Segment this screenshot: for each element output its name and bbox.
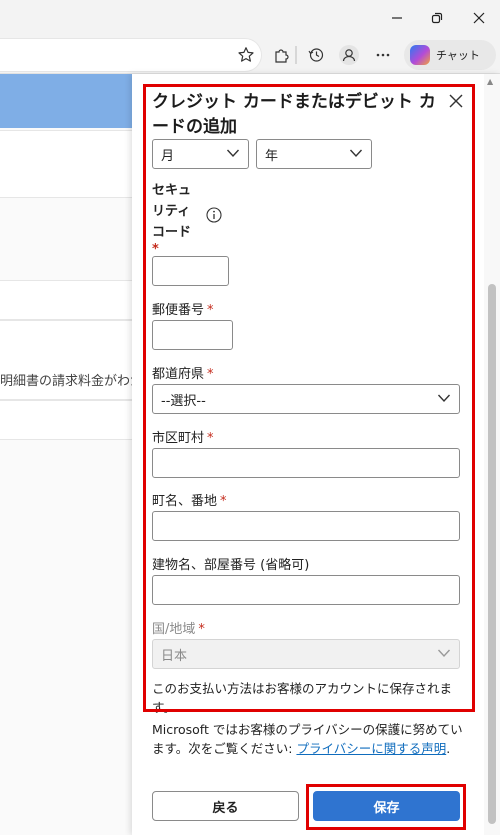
background-card (0, 280, 132, 320)
background-text: 明細書の請求料金がわか (0, 374, 132, 389)
restore-icon[interactable] (420, 4, 454, 32)
copilot-chat-button[interactable]: チャット (404, 40, 496, 70)
browser-toolbar: チャット (0, 36, 500, 74)
favorite-star-icon[interactable] (234, 43, 258, 67)
background-page: 明細書の請求料金がわか (0, 74, 132, 835)
extensions-icon[interactable] (270, 43, 294, 67)
copilot-icon (410, 45, 430, 65)
minimize-icon[interactable] (380, 4, 414, 32)
privacy-notice: Microsoft ではお客様のプライバシーの保護に努めています。次をご覧くださ… (152, 722, 463, 756)
background-card (0, 130, 132, 198)
address-bar[interactable] (0, 38, 262, 72)
background-header-band (0, 74, 132, 128)
save-button[interactable]: 保存 (313, 791, 460, 821)
background-card (0, 400, 132, 440)
privacy-statement-link[interactable]: プライバシーに関する声明 (296, 741, 446, 756)
chat-label: チャット (436, 49, 480, 62)
scrollbar-thumb[interactable] (488, 284, 496, 824)
highlight-form-box (143, 84, 475, 712)
profile-avatar-icon[interactable] (337, 43, 361, 67)
back-button[interactable]: 戻る (152, 791, 299, 821)
toolbar-divider (292, 43, 300, 67)
close-window-icon[interactable] (462, 4, 496, 32)
history-icon[interactable] (304, 43, 328, 67)
more-options-icon[interactable] (371, 43, 395, 67)
window-title-bar (0, 0, 500, 36)
scroll-up-icon[interactable]: ▲ (487, 77, 493, 86)
